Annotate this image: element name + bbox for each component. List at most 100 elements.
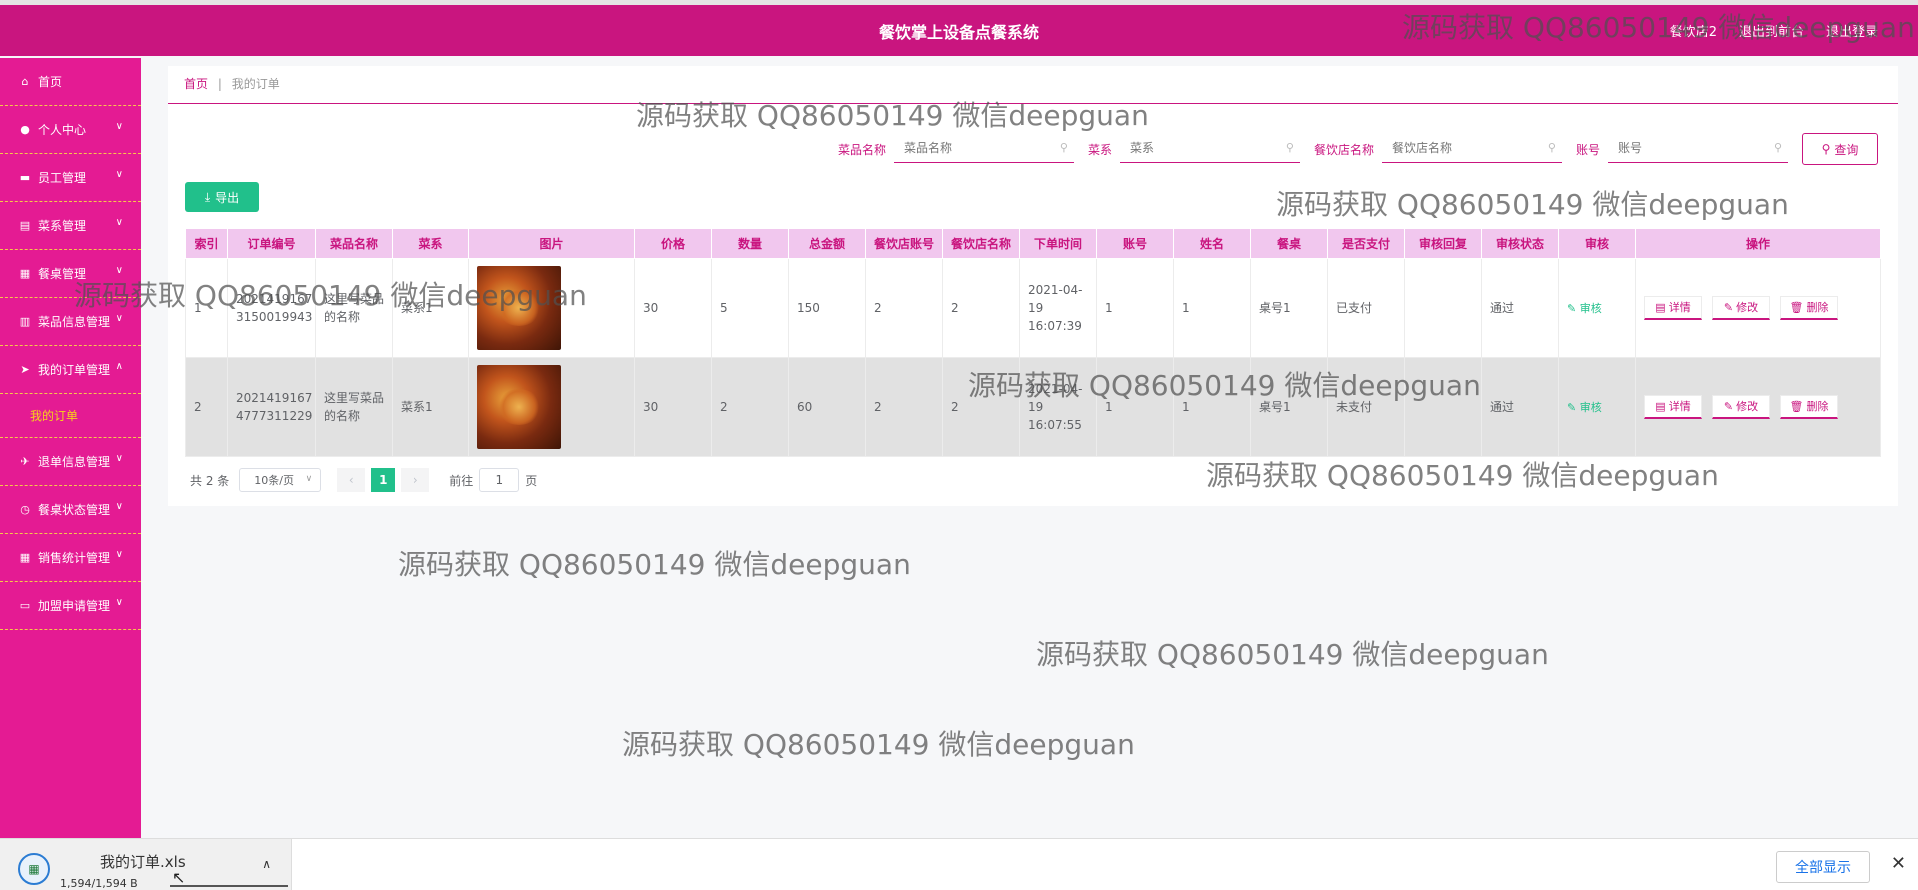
goto-page-input[interactable]: 1 — [479, 468, 520, 492]
sidebar-item-label: 菜品信息管理 — [38, 315, 111, 329]
audit-link[interactable]: ✎ 审核 — [1567, 401, 1602, 414]
chevron-down-icon: ∨ — [305, 474, 313, 484]
doc-icon: ▤ — [1655, 300, 1666, 314]
excel-file-icon: ▦ — [18, 853, 50, 885]
column-header: 审核 — [1558, 228, 1636, 259]
audit-label: 审核 — [1579, 301, 1602, 315]
breadcrumb-home[interactable]: 首页 — [184, 77, 208, 91]
edit-button[interactable]: ✎ 修改 — [1712, 296, 1770, 320]
send-icon: ➤ — [20, 363, 30, 376]
column-header: 餐饮店名称 — [942, 228, 1020, 259]
sidebar-item-franchise[interactable]: ▭ 加盟申请管理 ∨ — [0, 582, 141, 630]
cell-status: 通过 — [1481, 357, 1559, 457]
mouse-cursor-icon: ↖ — [172, 868, 186, 887]
cell-shop-name: 2 — [942, 258, 1020, 358]
audit-link[interactable]: ✎ 审核 — [1567, 302, 1602, 315]
chevron-down-icon: ∨ — [115, 549, 123, 560]
detail-button[interactable]: ▤ 详情 — [1644, 296, 1702, 320]
column-header: 下单时间 — [1019, 228, 1097, 259]
sidebar-item-label: 菜系管理 — [38, 219, 87, 233]
cell-ops: ▤ 详情 ✎ 修改 🗑 删除 — [1635, 357, 1881, 457]
cell-price: 30 — [634, 258, 712, 358]
column-header: 姓名 — [1173, 228, 1251, 259]
goto-suffix: 页 — [525, 473, 538, 488]
export-button-label: 导出 — [215, 190, 240, 205]
delete-button[interactable]: 🗑 删除 — [1780, 296, 1838, 320]
delete-label: 删除 — [1806, 300, 1829, 314]
sidebar-item-cuisine[interactable]: ▤ 菜系管理 ∨ — [0, 202, 141, 250]
search-icon: ⚲ — [1285, 141, 1294, 154]
edit-label: 修改 — [1736, 399, 1759, 413]
query-button[interactable]: ⚲ 查询 — [1802, 133, 1878, 165]
column-header: 数量 — [711, 228, 789, 259]
export-button[interactable]: ⤓ 导出 — [185, 182, 259, 212]
chevron-up-icon: ∧ — [115, 361, 123, 372]
cell-total: 150 — [788, 258, 866, 358]
show-all-downloads-button[interactable]: 全部显示 — [1776, 851, 1870, 883]
pagination: 共 2 条 10条/页 ∨ ‹ 1 › 前往 1 页 — [190, 468, 537, 492]
cell-qty: 2 — [711, 357, 789, 457]
column-header: 菜品名称 — [315, 228, 393, 259]
cell-status: 通过 — [1481, 258, 1559, 358]
dish-name-input[interactable] — [893, 135, 1044, 161]
sidebar-item-table-status[interactable]: ◷ 餐桌状态管理 ∨ — [0, 486, 141, 534]
edit-icon: ✎ — [1723, 399, 1734, 413]
sidebar-item-sales-stats[interactable]: ▦ 销售统计管理 ∨ — [0, 534, 141, 582]
prev-page-button[interactable]: ‹ — [337, 468, 366, 492]
cell-audit: ✎ 审核 — [1558, 357, 1636, 457]
doc-icon: ▤ — [1655, 399, 1666, 413]
delete-button[interactable]: 🗑 删除 — [1780, 395, 1838, 419]
chevron-up-icon[interactable]: ∧ — [262, 857, 271, 871]
search-label-account: 账号 — [1575, 142, 1600, 157]
column-header: 索引 — [185, 228, 228, 259]
sidebar-item-my-orders[interactable]: ➤ 我的订单管理 ∧ — [0, 346, 141, 394]
sidebar-item-staff[interactable]: ▬ 员工管理 ∨ — [0, 154, 141, 202]
sidebar-item-personal-center[interactable]: ● 个人中心 ∨ — [0, 106, 141, 154]
clock-icon: ◷ — [20, 503, 30, 516]
watermark-text: 源码获取 QQ86050149 微信deepguan — [968, 369, 1481, 402]
watermark-text: 源码获取 QQ86050149 微信deepguan — [1276, 188, 1789, 221]
user-icon: ● — [20, 123, 30, 136]
sidebar-item-label: 员工管理 — [38, 171, 87, 185]
cuisine-input[interactable] — [1119, 135, 1270, 161]
chat-icon: ▬ — [19, 171, 31, 184]
cell-audit: ✎ 审核 — [1558, 258, 1636, 358]
cell-time: 2021-04-19 16:07:39 — [1019, 258, 1097, 358]
page-size-select[interactable]: 10条/页 ∨ — [239, 468, 322, 492]
cell-cuisine: 菜系1 — [392, 357, 469, 457]
column-header: 餐桌 — [1250, 228, 1328, 259]
cell-image — [468, 357, 635, 457]
sidebar-item-label: 餐桌状态管理 — [38, 503, 111, 517]
cell-table: 桌号1 — [1250, 258, 1328, 358]
column-header: 图片 — [468, 228, 635, 259]
page-number-current[interactable]: 1 — [371, 468, 396, 492]
detail-button[interactable]: ▤ 详情 — [1644, 395, 1702, 419]
detail-label: 详情 — [1668, 399, 1691, 413]
detail-label: 详情 — [1668, 300, 1691, 314]
sidebar-item-home[interactable]: ⌂ 首页 — [0, 58, 141, 106]
next-page-button[interactable]: › — [401, 468, 430, 492]
watermark-text: 源码获取 QQ86050149 微信deepguan — [398, 548, 911, 581]
watermark-text: 源码获取 QQ86050149 微信deepguan — [74, 279, 587, 312]
download-item[interactable]: ▦ 我的订单.xls 1,594/1,594 B ∧ — [0, 839, 292, 890]
edit-label: 修改 — [1736, 300, 1759, 314]
chevron-down-icon: ∨ — [115, 597, 123, 608]
sidebar-item-refunds[interactable]: ✈ 退单信息管理 ∨ — [0, 438, 141, 486]
sidebar-item-label: 首页 — [38, 75, 63, 89]
chevron-down-icon: ∨ — [115, 453, 123, 464]
shop-name-input[interactable] — [1381, 135, 1532, 161]
chevron-right-icon: › — [412, 473, 418, 487]
sidebar-item-label: 退单信息管理 — [38, 455, 111, 469]
cell-shop-account: 2 — [865, 357, 943, 457]
account-input[interactable] — [1608, 135, 1758, 161]
watermark-text: 源码获取 QQ86050149 微信deepguan — [1402, 11, 1915, 44]
sidebar-subitem-my-orders[interactable]: 我的订单 — [0, 394, 141, 438]
breadcrumb-current: 我的订单 — [231, 77, 280, 91]
close-icon[interactable]: ✕ — [1891, 853, 1906, 874]
search-label-shop: 餐饮店名称 — [1313, 142, 1374, 157]
edit-button[interactable]: ✎ 修改 — [1712, 395, 1770, 419]
chevron-down-icon: ∨ — [115, 313, 123, 324]
chevron-down-icon: ∨ — [115, 501, 123, 512]
column-header: 操作 — [1635, 228, 1881, 259]
grid-icon: ▦ — [19, 551, 31, 564]
